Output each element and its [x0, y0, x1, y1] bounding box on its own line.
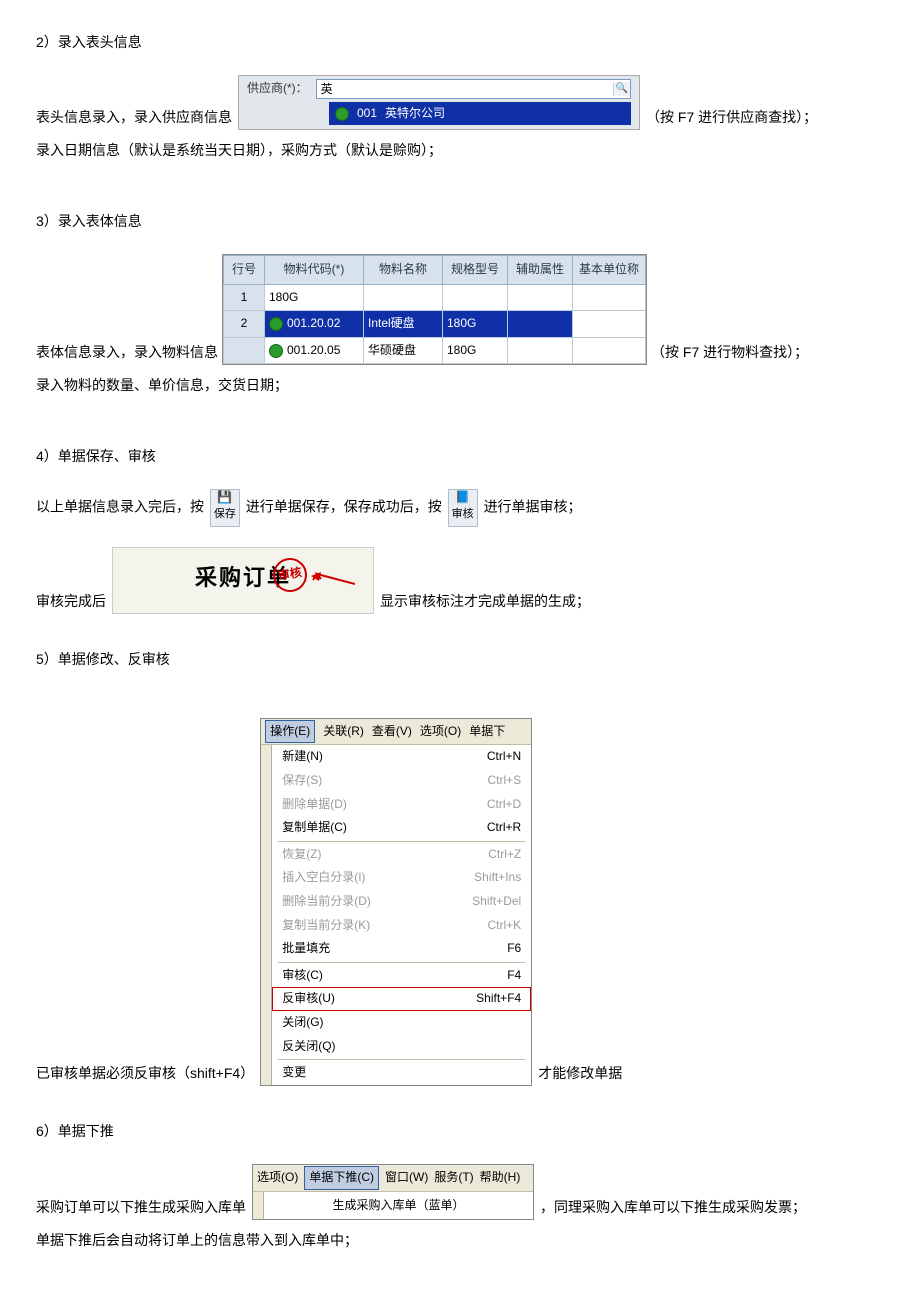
grid-header: 基本单位称 [573, 255, 646, 284]
menu-item[interactable]: 批量填充F6 [272, 937, 531, 961]
menubar-item[interactable]: 操作(E) [265, 720, 315, 744]
sec4-line1b: 进行单据保存，保存成功后，按 [246, 498, 442, 514]
operation-menu: 操作(E) 关联(R) 查看(V) 选项(O) 单据下 新建(N)Ctrl+N保存(S)… [260, 718, 532, 1086]
sec5-heading: 5）单据修改、反审核 [36, 647, 890, 672]
sec3-line1: 表体信息录入，录入物料信息 行号物料代码(*)物料名称规格型号辅助属性基本单位称… [36, 254, 890, 365]
audit-label: 审核 [452, 505, 474, 525]
sec2-heading: 2）录入表头信息 [36, 30, 890, 55]
grid-header: 行号 [224, 255, 265, 284]
menu-item: 插入空白分录(I)Shift+Ins [272, 866, 531, 890]
save-button[interactable]: 💾 保存 [210, 489, 240, 527]
menu-item: 删除当前分录(D)Shift+Del [272, 890, 531, 914]
menu-item: 保存(S)Ctrl+S [272, 769, 531, 793]
supplier-input[interactable] [317, 81, 613, 97]
menu-item[interactable]: 变更 [272, 1061, 531, 1085]
menu-item[interactable]: 新建(N)Ctrl+N [272, 745, 531, 769]
grid-header: 规格型号 [443, 255, 508, 284]
sec2-line1a: 表头信息录入，录入供应商信息 [36, 105, 232, 130]
material-grid: 行号物料代码(*)物料名称规格型号辅助属性基本单位称 1180G2001.20.… [222, 254, 647, 365]
sec4-line2: 审核完成后 采购订单 审核 显示审核标注才完成单据的生成； [36, 547, 890, 615]
menubar-item[interactable]: 帮助(H) [480, 1167, 521, 1189]
push-menu: 选项(O) 单据下推(C) 窗口(W) 服务(T) 帮助(H) 生成采购入库单（蓝单） [252, 1164, 534, 1220]
audit-button[interactable]: 📘 审核 [448, 489, 478, 527]
supplier-icon [335, 107, 349, 121]
menu-item: 删除单据(D)Ctrl+D [272, 793, 531, 817]
sec6-line1b: ，同理采购入库单可以下推生成采购发票； [540, 1195, 806, 1220]
material-icon [269, 317, 283, 331]
supplier-code: 001 [357, 103, 377, 125]
menubar-item[interactable]: 查看(V) [372, 721, 412, 743]
menu-item[interactable]: 复制单据(C)Ctrl+R [272, 816, 531, 840]
menu-item[interactable]: 反关闭(Q) [272, 1035, 531, 1059]
menubar-item[interactable]: 窗口(W) [385, 1167, 428, 1189]
save-label: 保存 [214, 505, 236, 525]
table-row[interactable]: 001.20.05华硕硬盘180G [224, 337, 646, 364]
sec4-heading: 4）单据保存、审核 [36, 444, 890, 469]
supplier-widget: 供应商(*)： 🔍 001 英特尔公司 [238, 75, 640, 130]
material-icon [269, 344, 283, 358]
menubar-item[interactable]: 选项(O) [420, 721, 461, 743]
supplier-dropdown-row[interactable]: 001 英特尔公司 [329, 102, 631, 126]
sec5-line1a: 已审核单据必须反审核（shift+F4） [36, 1061, 254, 1086]
arrow-icon [311, 572, 355, 586]
menu-separator [278, 962, 525, 963]
menu-item: 复制当前分录(K)Ctrl+K [272, 914, 531, 938]
grid-header: 物料代码(*) [265, 255, 364, 284]
sec4-line1c: 进行单据审核； [484, 498, 582, 514]
sec6-line2: 单据下推后会自动将订单上的信息带入到入库单中； [36, 1228, 890, 1253]
menu-item: 恢复(Z)Ctrl+Z [272, 843, 531, 867]
menubar-item[interactable]: 选项(O) [257, 1167, 298, 1189]
menu-item[interactable]: 反审核(U)Shift+F4 [272, 987, 531, 1011]
menu-bar: 操作(E) 关联(R) 查看(V) 选项(O) 单据下 [261, 719, 531, 746]
sec6-heading: 6）单据下推 [36, 1119, 890, 1144]
save-icon: 💾 [217, 491, 233, 505]
dropdown-menu: 新建(N)Ctrl+N保存(S)Ctrl+S删除单据(D)Ctrl+D复制单据(… [271, 745, 531, 1084]
audit-preview: 采购订单 审核 [112, 547, 374, 615]
grid-header: 辅助属性 [508, 255, 573, 284]
sec5-line1b: 才能修改单据 [538, 1061, 622, 1086]
sec4-line2b: 显示审核标注才完成单据的生成； [380, 589, 590, 614]
sec3-line1a: 表体信息录入，录入物料信息 [36, 340, 218, 365]
search-icon[interactable]: 🔍 [613, 82, 630, 96]
supplier-label: 供应商(*)： [247, 78, 308, 100]
sec3-line1b: （按 F7 进行物料查找）； [651, 340, 808, 365]
grid-header: 物料名称 [364, 255, 443, 284]
menu-item[interactable]: 审核(C)F4 [272, 964, 531, 988]
table-row[interactable]: 1180G [224, 284, 646, 311]
menubar-item[interactable]: 单据下 [469, 721, 505, 743]
push-menu-item[interactable]: 生成采购入库单（蓝单） [263, 1192, 533, 1220]
sec4-line1a: 以上单据信息录入完后，按 [36, 498, 204, 514]
menubar-item[interactable]: 服务(T) [434, 1167, 473, 1189]
menu-separator [278, 841, 525, 842]
sec5-line1: 已审核单据必须反审核（shift+F4） 操作(E) 关联(R) 查看(V) 选项(O… [36, 718, 890, 1086]
audit-icon: 📘 [455, 491, 471, 505]
menu-item[interactable]: 关闭(G) [272, 1011, 531, 1035]
sec3-heading: 3）录入表体信息 [36, 209, 890, 234]
sec2-line2: 录入日期信息（默认是系统当天日期），采购方式（默认是赊购）； [36, 138, 890, 163]
sec4-line2a: 审核完成后 [36, 589, 106, 614]
sec2-line1b: （按 F7 进行供应商查找）； [646, 105, 817, 130]
menu-separator [278, 1059, 525, 1060]
menubar-item[interactable]: 单据下推(C) [304, 1166, 379, 1190]
sec6-line1: 采购订单可以下推生成采购入库单 选项(O) 单据下推(C) 窗口(W) 服务(T) 帮助… [36, 1164, 890, 1220]
sec3-line2: 录入物料的数量、单价信息，交货日期； [36, 373, 890, 398]
sec6-line1a: 采购订单可以下推生成采购入库单 [36, 1195, 246, 1220]
sec4-line1: 以上单据信息录入完后，按 💾 保存 进行单据保存，保存成功后，按 📘 审核 进行… [36, 489, 890, 527]
supplier-name: 英特尔公司 [385, 103, 445, 125]
sec2-line1: 表头信息录入，录入供应商信息 供应商(*)： 🔍 001 英特尔公司 （按 F7… [36, 75, 890, 130]
menubar-item[interactable]: 关联(R) [323, 721, 364, 743]
table-row[interactable]: 2001.20.02Intel硬盘180G [224, 311, 646, 338]
